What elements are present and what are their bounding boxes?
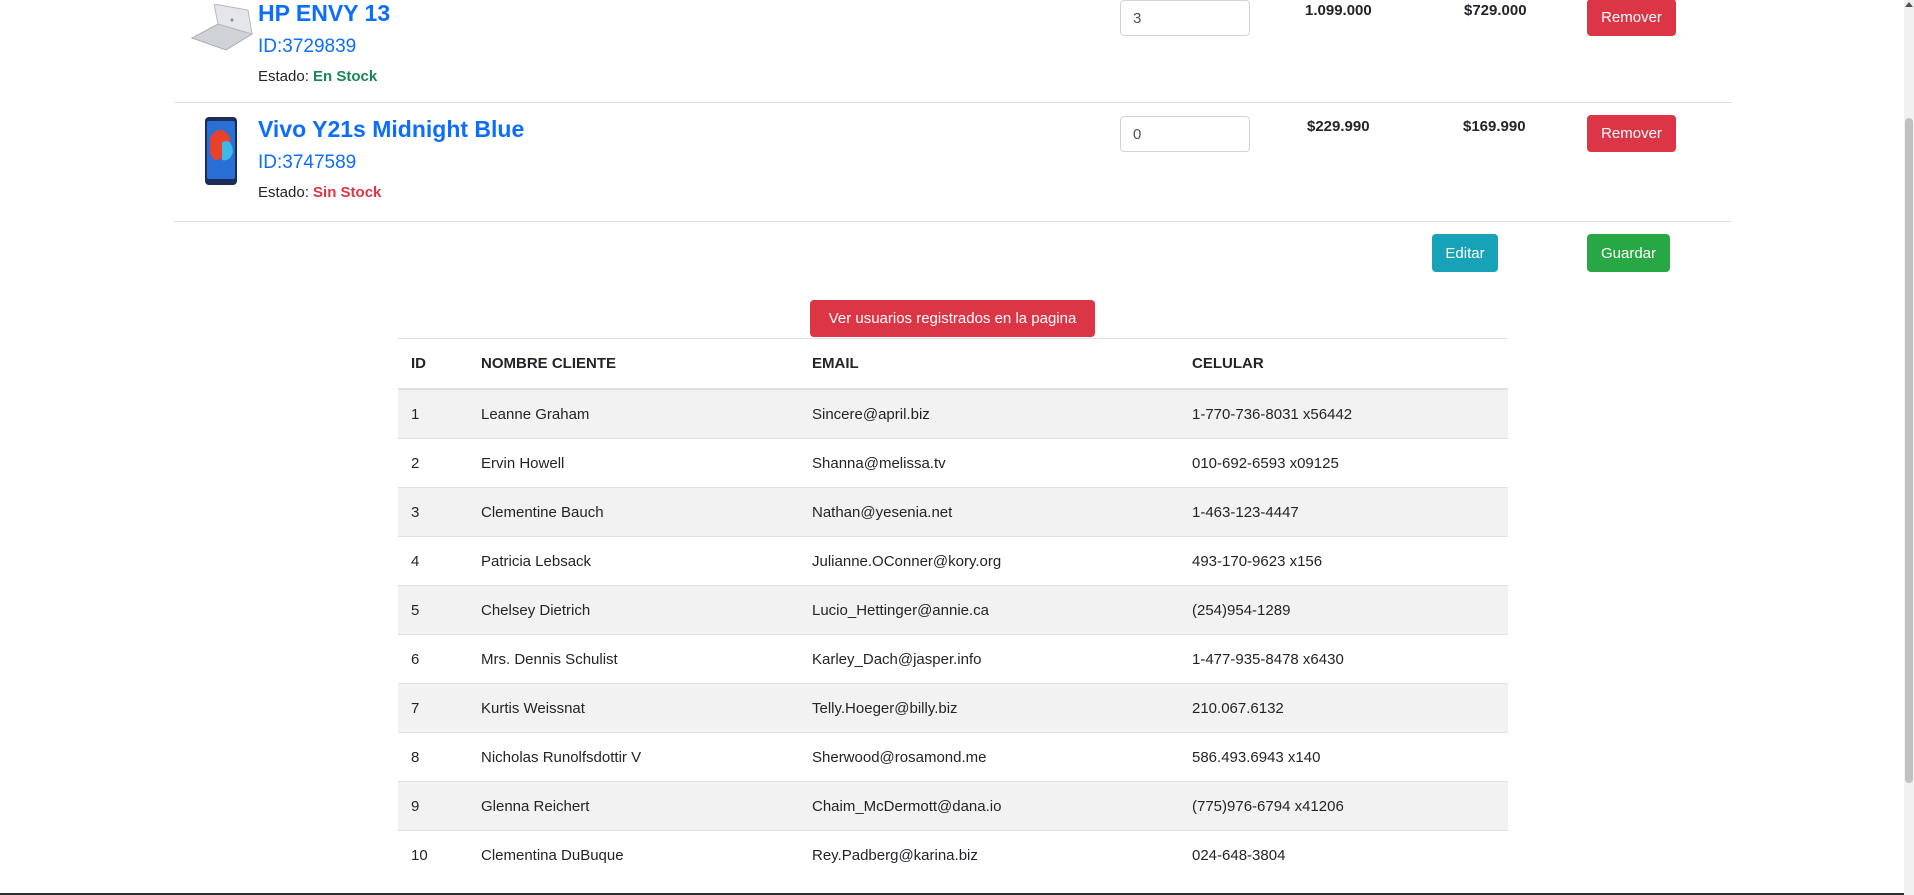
user-name-cell: Mrs. Dennis Schulist xyxy=(468,634,799,684)
status-label: Estado: xyxy=(258,184,309,201)
scroll-up-icon[interactable] xyxy=(1905,2,1913,7)
user-name-cell: Leanne Graham xyxy=(468,388,799,439)
product-id: ID:3729839 xyxy=(258,36,357,57)
user-email-cell: Julianne.OConner@kory.org xyxy=(799,536,1179,586)
table-row: 3 Clementine Bauch Nathan@yesenia.net 1-463… xyxy=(398,487,1508,537)
product-id: ID:3747589 xyxy=(258,152,357,173)
status-value: En Stock xyxy=(313,68,378,85)
user-phone-cell: 586.493.6943 x140 xyxy=(1179,732,1508,782)
status-label: Estado: xyxy=(258,68,309,85)
table-row: 8 Nicholas Runolfsdottir V Sherwood@rosamo… xyxy=(398,732,1508,782)
table-row: 4 Patricia Lebsack Julianne.OConner@kory.o… xyxy=(398,536,1508,586)
table-header-row: ID NOMBRE CLIENTE EMAIL CELULAR xyxy=(398,338,1508,390)
offer-price: $169.990 xyxy=(1463,118,1526,135)
user-id-cell: 5 xyxy=(398,585,468,635)
user-phone-cell: 493-170-9623 x156 xyxy=(1179,536,1508,586)
user-phone-cell: 1-477-935-8478 x6430 xyxy=(1179,634,1508,684)
laptop-image xyxy=(190,4,254,51)
user-id-cell: 1 xyxy=(398,388,468,439)
user-name-cell: Patricia Lebsack xyxy=(468,536,799,586)
user-id-cell: 2 xyxy=(398,438,468,488)
user-id-cell: 9 xyxy=(398,781,468,831)
user-id-cell: 3 xyxy=(398,487,468,537)
quantity-input[interactable] xyxy=(1120,0,1250,36)
table-row: 10 Clementina DuBuque Rey.Padberg@karina.b… xyxy=(398,830,1508,879)
user-phone-cell: 010-692-6593 x09125 xyxy=(1179,438,1508,488)
quantity-input[interactable] xyxy=(1120,116,1250,152)
phone-image xyxy=(205,117,237,185)
user-id-cell: 6 xyxy=(398,634,468,684)
user-name-cell: Nicholas Runolfsdottir V xyxy=(468,732,799,782)
user-email-cell: Sherwood@rosamond.me xyxy=(799,732,1179,782)
column-header-phone: CELULAR xyxy=(1179,338,1508,390)
user-phone-cell: 024-648-3804 xyxy=(1179,830,1508,879)
page: HP ENVY 13 ID:3729839 Estado: En Stock 1… xyxy=(0,0,1914,895)
user-phone-cell: (254)954-1289 xyxy=(1179,585,1508,635)
user-email-cell: Karley_Dach@jasper.info xyxy=(799,634,1179,684)
normal-price: 1.099.000 xyxy=(1305,2,1372,19)
users-table: ID NOMBRE CLIENTE EMAIL CELULAR 1 Leanne … xyxy=(398,338,1508,879)
scrollbar[interactable] xyxy=(1904,0,1914,895)
edit-button[interactable]: Editar xyxy=(1432,234,1498,272)
user-name-cell: Chelsey Dietrich xyxy=(468,585,799,635)
product-title[interactable]: HP ENVY 13 xyxy=(258,0,390,27)
normal-price: $229.990 xyxy=(1307,118,1370,135)
user-email-cell: Sincere@april.biz xyxy=(799,388,1179,439)
stock-status: Estado: En Stock xyxy=(258,68,377,85)
user-phone-cell: (775)976-6794 x41206 xyxy=(1179,781,1508,831)
user-name-cell: Clementine Bauch xyxy=(468,487,799,537)
remove-button[interactable]: Remover xyxy=(1587,115,1676,152)
cart-item: Vivo Y21s Midnight Blue ID:3747589 Estad… xyxy=(174,102,1732,222)
stock-status: Estado: Sin Stock xyxy=(258,184,381,201)
offer-price: $729.000 xyxy=(1464,2,1527,19)
user-phone-cell: 1-463-123-4447 xyxy=(1179,487,1508,537)
user-id-cell: 4 xyxy=(398,536,468,586)
table-row: 2 Ervin Howell Shanna@melissa.tv 010-692-65… xyxy=(398,438,1508,488)
user-phone-cell: 210.067.6132 xyxy=(1179,683,1508,733)
user-name-cell: Clementina DuBuque xyxy=(468,830,799,879)
user-id-cell: 7 xyxy=(398,683,468,733)
user-id-cell: 8 xyxy=(398,732,468,782)
user-email-cell: Rey.Padberg@karina.biz xyxy=(799,830,1179,879)
view-users-button[interactable]: Ver usuarios registrados en la pagina xyxy=(810,300,1095,337)
cart-item: HP ENVY 13 ID:3729839 Estado: En Stock 1… xyxy=(174,0,1732,103)
user-name-cell: Kurtis Weissnat xyxy=(468,683,799,733)
user-email-cell: Nathan@yesenia.net xyxy=(799,487,1179,537)
save-button[interactable]: Guardar xyxy=(1587,234,1670,272)
table-row: 5 Chelsey Dietrich Lucio_Hettinger@annie.c… xyxy=(398,585,1508,635)
remove-button[interactable]: Remover xyxy=(1587,0,1676,36)
table-row: 1 Leanne Graham Sincere@april.biz 1-770-736… xyxy=(398,388,1508,439)
table-row: 6 Mrs. Dennis Schulist Karley_Dach@jasper.… xyxy=(398,634,1508,684)
column-header-email: EMAIL xyxy=(799,338,1179,390)
user-email-cell: Telly.Hoeger@billy.biz xyxy=(799,683,1179,733)
user-email-cell: Lucio_Hettinger@annie.ca xyxy=(799,585,1179,635)
column-header-id: ID xyxy=(398,338,468,390)
user-phone-cell: 1-770-736-8031 x56442 xyxy=(1179,388,1508,439)
table-row: 9 Glenna Reichert Chaim_McDermott@dana.io(… xyxy=(398,781,1508,831)
user-id-cell: 10 xyxy=(398,830,468,879)
user-name-cell: Glenna Reichert xyxy=(468,781,799,831)
status-value: Sin Stock xyxy=(313,184,382,201)
column-header-name: NOMBRE CLIENTE xyxy=(468,338,799,390)
user-email-cell: Chaim_McDermott@dana.io xyxy=(799,781,1179,831)
user-name-cell: Ervin Howell xyxy=(468,438,799,488)
product-title[interactable]: Vivo Y21s Midnight Blue xyxy=(258,116,524,143)
user-email-cell: Shanna@melissa.tv xyxy=(799,438,1179,488)
scrollbar-thumb[interactable] xyxy=(1905,118,1913,783)
table-row: 7 Kurtis Weissnat Telly.Hoeger@billy.biz 21… xyxy=(398,683,1508,733)
